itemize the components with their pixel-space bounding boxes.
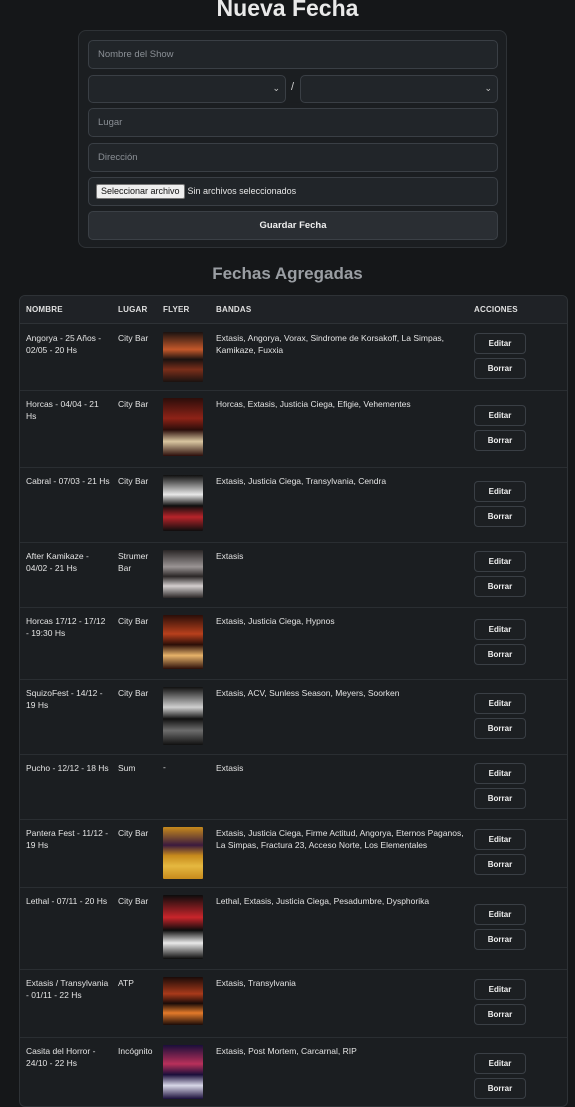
no-flyer: - [163, 762, 166, 772]
show-name-input[interactable]: Nombre del Show [88, 40, 498, 69]
date-name: Extasis / Transylvania - 01/11 - 22 Hs [26, 978, 109, 1000]
date-name: After Kamikaze - 04/02 - 21 Hs [26, 551, 89, 573]
date-bands: Extasis [216, 763, 244, 773]
header-actions: ACCIONES [474, 305, 518, 314]
table-row: Casita del Horror - 24/10 - 22 Hs Incógni… [20, 1037, 567, 1106]
header-bands: BANDAS [216, 305, 252, 314]
table-row: Pantera Fest - 11/12 - 19 Hs City Bar Exta… [20, 819, 567, 888]
delete-button[interactable]: Borrar [474, 1004, 526, 1025]
table-row: Lethal - 07/11 - 20 Hs City Bar Lethal, Ex… [20, 887, 567, 970]
header-place: LUGAR [118, 305, 148, 314]
select-separator: / [291, 81, 295, 93]
edit-button[interactable]: Editar [474, 481, 526, 502]
delete-button[interactable]: Borrar [474, 788, 526, 809]
date-place: Sum [118, 763, 136, 773]
flyer-thumbnail[interactable] [163, 827, 203, 879]
date-place: Strumer Bar [118, 551, 149, 573]
delete-button[interactable]: Borrar [474, 929, 526, 950]
header-name: NOMBRE [26, 305, 63, 314]
date-name: Cabral - 07/03 - 21 Hs [26, 476, 110, 486]
address-input[interactable]: Dirección [88, 143, 498, 172]
date-bands: Extasis, Justicia Ciega, Firme Actitud, … [216, 828, 464, 850]
date-bands: Extasis, ACV, Sunless Season, Meyers, So… [216, 688, 400, 698]
date-bands: Lethal, Extasis, Justicia Ciega, Pesadum… [216, 896, 430, 906]
date-bands: Horcas, Extasis, Justicia Ciega, Efigie,… [216, 399, 411, 409]
flyer-thumbnail[interactable] [163, 895, 203, 959]
flyer-thumbnail[interactable] [163, 475, 203, 531]
time-select[interactable]: ⌄ [300, 75, 498, 103]
date-place: City Bar [118, 828, 149, 838]
table-row: After Kamikaze - 04/02 - 21 Hs Strumer Ba… [20, 542, 567, 608]
save-date-button[interactable]: Guardar Fecha [88, 211, 498, 240]
delete-button[interactable]: Borrar [474, 854, 526, 875]
table-row: Horcas 17/12 - 17/12 - 19:30 Hs City Bar E… [20, 607, 567, 680]
table-row: SquizoFest - 14/12 - 19 Hs City Bar Extasi… [20, 679, 567, 755]
chevron-down-icon: ⌄ [272, 83, 280, 93]
date-name: Casita del Horror - 24/10 - 22 Hs [26, 1046, 96, 1068]
date-name: Lethal - 07/11 - 20 Hs [26, 896, 108, 906]
delete-button[interactable]: Borrar [474, 1078, 526, 1099]
date-name: SquizoFest - 14/12 - 19 Hs [26, 688, 103, 710]
edit-button[interactable]: Editar [474, 763, 526, 784]
date-place: City Bar [118, 333, 149, 343]
delete-button[interactable]: Borrar [474, 430, 526, 451]
date-bands: Extasis, Justicia Ciega, Hypnos [216, 616, 335, 626]
edit-button[interactable]: Editar [474, 619, 526, 640]
edit-button[interactable]: Editar [474, 1053, 526, 1074]
delete-button[interactable]: Borrar [474, 358, 526, 379]
table-row: Pucho - 12/12 - 18 Hs Sum - Extasis Editar Bo… [20, 754, 567, 820]
date-place: City Bar [118, 616, 149, 626]
edit-button[interactable]: Editar [474, 333, 526, 354]
edit-button[interactable]: Editar [474, 829, 526, 850]
date-place: City Bar [118, 399, 149, 409]
date-select[interactable]: ⌄ [88, 75, 286, 103]
edit-button[interactable]: Editar [474, 551, 526, 572]
edit-button[interactable]: Editar [474, 979, 526, 1000]
date-name: Pucho - 12/12 - 18 Hs [26, 763, 109, 773]
date-place: City Bar [118, 896, 149, 906]
chevron-down-icon: ⌄ [484, 83, 492, 93]
date-bands: Extasis, Justicia Ciega, Transylvania, C… [216, 476, 387, 486]
place-input[interactable]: Lugar [88, 108, 498, 137]
date-bands: Extasis, Angorya, Vorax, Sindrome de Kor… [216, 333, 445, 355]
dates-table: NOMBRE LUGAR FLYER BANDAS ACCIONES Angor… [19, 295, 568, 1107]
date-name: Horcas - 04/04 - 21 Hs [26, 399, 99, 421]
date-bands: Extasis [216, 551, 244, 561]
choose-file-button[interactable]: Seleccionar archivo [96, 184, 185, 199]
delete-button[interactable]: Borrar [474, 576, 526, 597]
date-place: ATP [118, 978, 134, 988]
edit-button[interactable]: Editar [474, 904, 526, 925]
new-date-form: Nombre del Show ⌄ / ⌄ Lugar Dirección Se… [78, 30, 507, 248]
date-name: Horcas 17/12 - 17/12 - 19:30 Hs [26, 616, 106, 638]
flyer-thumbnail[interactable] [163, 977, 203, 1025]
date-place: City Bar [118, 688, 149, 698]
date-place: City Bar [118, 476, 149, 486]
flyer-thumbnail[interactable] [163, 550, 203, 598]
flyer-thumbnail[interactable] [163, 398, 203, 456]
page-title: Nueva Fecha [216, 0, 359, 21]
edit-button[interactable]: Editar [474, 405, 526, 426]
flyer-file-input[interactable]: Seleccionar archivo Sin archivos seleccio… [88, 177, 498, 206]
table-row: Angorya - 25 Años - 02/05 - 20 Hs City Ba… [20, 324, 567, 391]
header-flyer: FLYER [163, 305, 190, 314]
table-row: Horcas - 04/04 - 21 Hs City Bar Horcas, Ex… [20, 390, 567, 468]
flyer-thumbnail[interactable] [163, 687, 203, 745]
delete-button[interactable]: Borrar [474, 506, 526, 527]
table-row: Cabral - 07/03 - 21 Hs City Bar Extasis, J… [20, 467, 567, 543]
section-title: Fechas Agregadas [212, 264, 363, 283]
edit-button[interactable]: Editar [474, 693, 526, 714]
table-row: Extasis / Transylvania - 01/11 - 22 Hs AT… [20, 969, 567, 1038]
delete-button[interactable]: Borrar [474, 718, 526, 739]
date-name: Pantera Fest - 11/12 - 19 Hs [26, 828, 109, 850]
file-status: Sin archivos seleccionados [187, 186, 297, 196]
flyer-thumbnail[interactable] [163, 615, 203, 669]
date-name: Angorya - 25 Años - 02/05 - 20 Hs [26, 333, 102, 355]
date-place: Incógnito [118, 1046, 153, 1056]
table-header: NOMBRE LUGAR FLYER BANDAS ACCIONES [20, 296, 567, 324]
flyer-thumbnail[interactable] [163, 1045, 203, 1099]
date-bands: Extasis, Post Mortem, Carcarnal, RIP [216, 1046, 357, 1056]
delete-button[interactable]: Borrar [474, 644, 526, 665]
flyer-thumbnail[interactable] [163, 332, 203, 382]
date-bands: Extasis, Transylvania [216, 978, 296, 988]
